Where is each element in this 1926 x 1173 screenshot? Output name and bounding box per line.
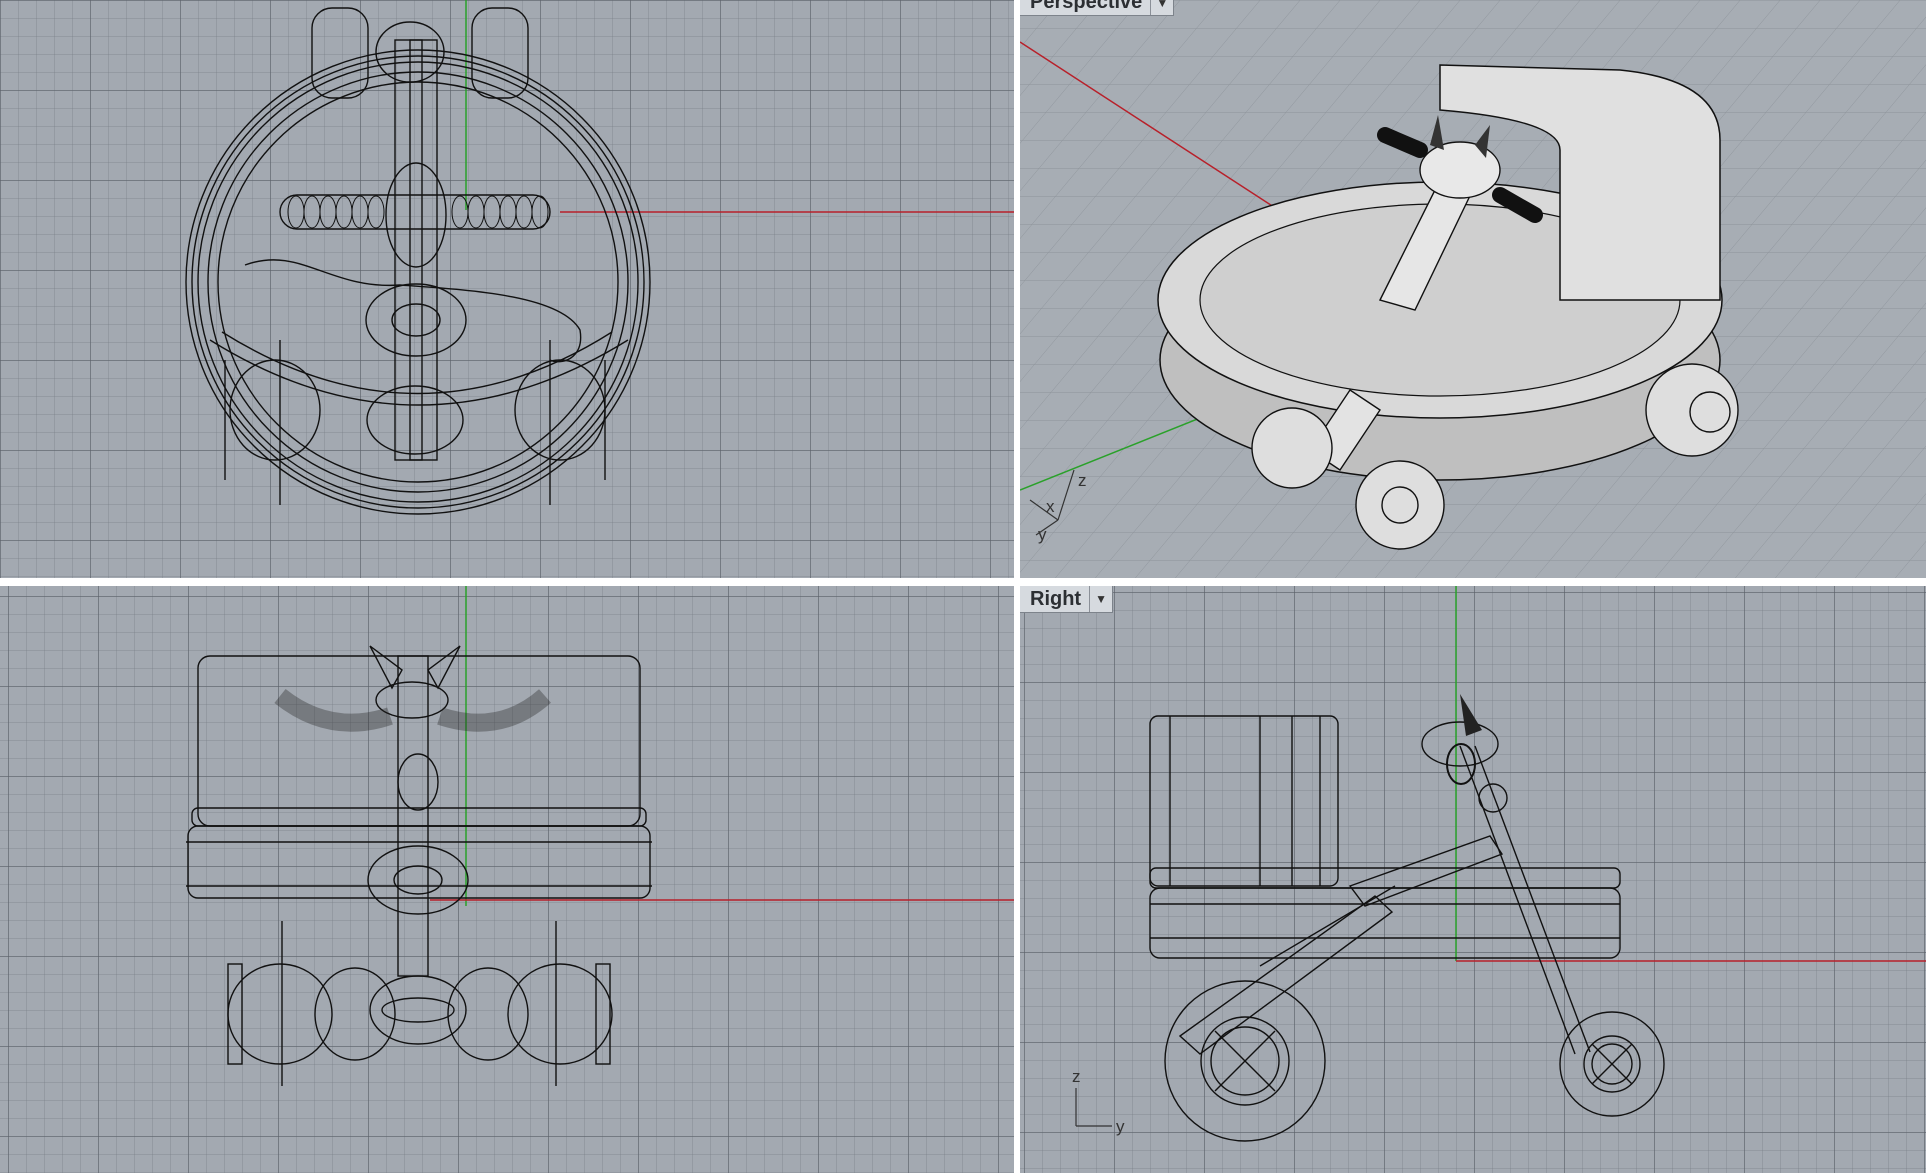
viewport-top[interactable] bbox=[0, 0, 1014, 578]
axis-label-y: y bbox=[1038, 525, 1047, 544]
viewport-tab-right[interactable]: Right ▼ bbox=[1020, 586, 1114, 613]
axis-label-x: x bbox=[1046, 497, 1055, 516]
viewport-tab-label: Right bbox=[1030, 587, 1082, 610]
viewport-tab-label: Perspective bbox=[1030, 0, 1143, 13]
viewport-front[interactable] bbox=[0, 586, 1014, 1173]
axis-label-z: z bbox=[1078, 471, 1087, 490]
axis-label-z: z bbox=[1072, 1067, 1081, 1086]
viewport-perspective[interactable]: z x y Perspective ▼ bbox=[1020, 0, 1926, 578]
axis-label-y: y bbox=[1116, 1117, 1125, 1136]
viewport-right[interactable]: z y Right ▼ bbox=[1020, 586, 1926, 1173]
chevron-down-icon[interactable]: ▼ bbox=[1089, 586, 1112, 612]
chevron-down-icon[interactable]: ▼ bbox=[1150, 0, 1173, 15]
right-view-wireframe: z y bbox=[1072, 586, 1926, 1142]
top-view-wireframe bbox=[185, 0, 1014, 515]
perspective-scene: z x y bbox=[1020, 0, 1926, 578]
front-view-wireframe bbox=[186, 586, 1014, 1086]
viewport-tab-perspective[interactable]: Perspective ▼ bbox=[1020, 0, 1175, 16]
